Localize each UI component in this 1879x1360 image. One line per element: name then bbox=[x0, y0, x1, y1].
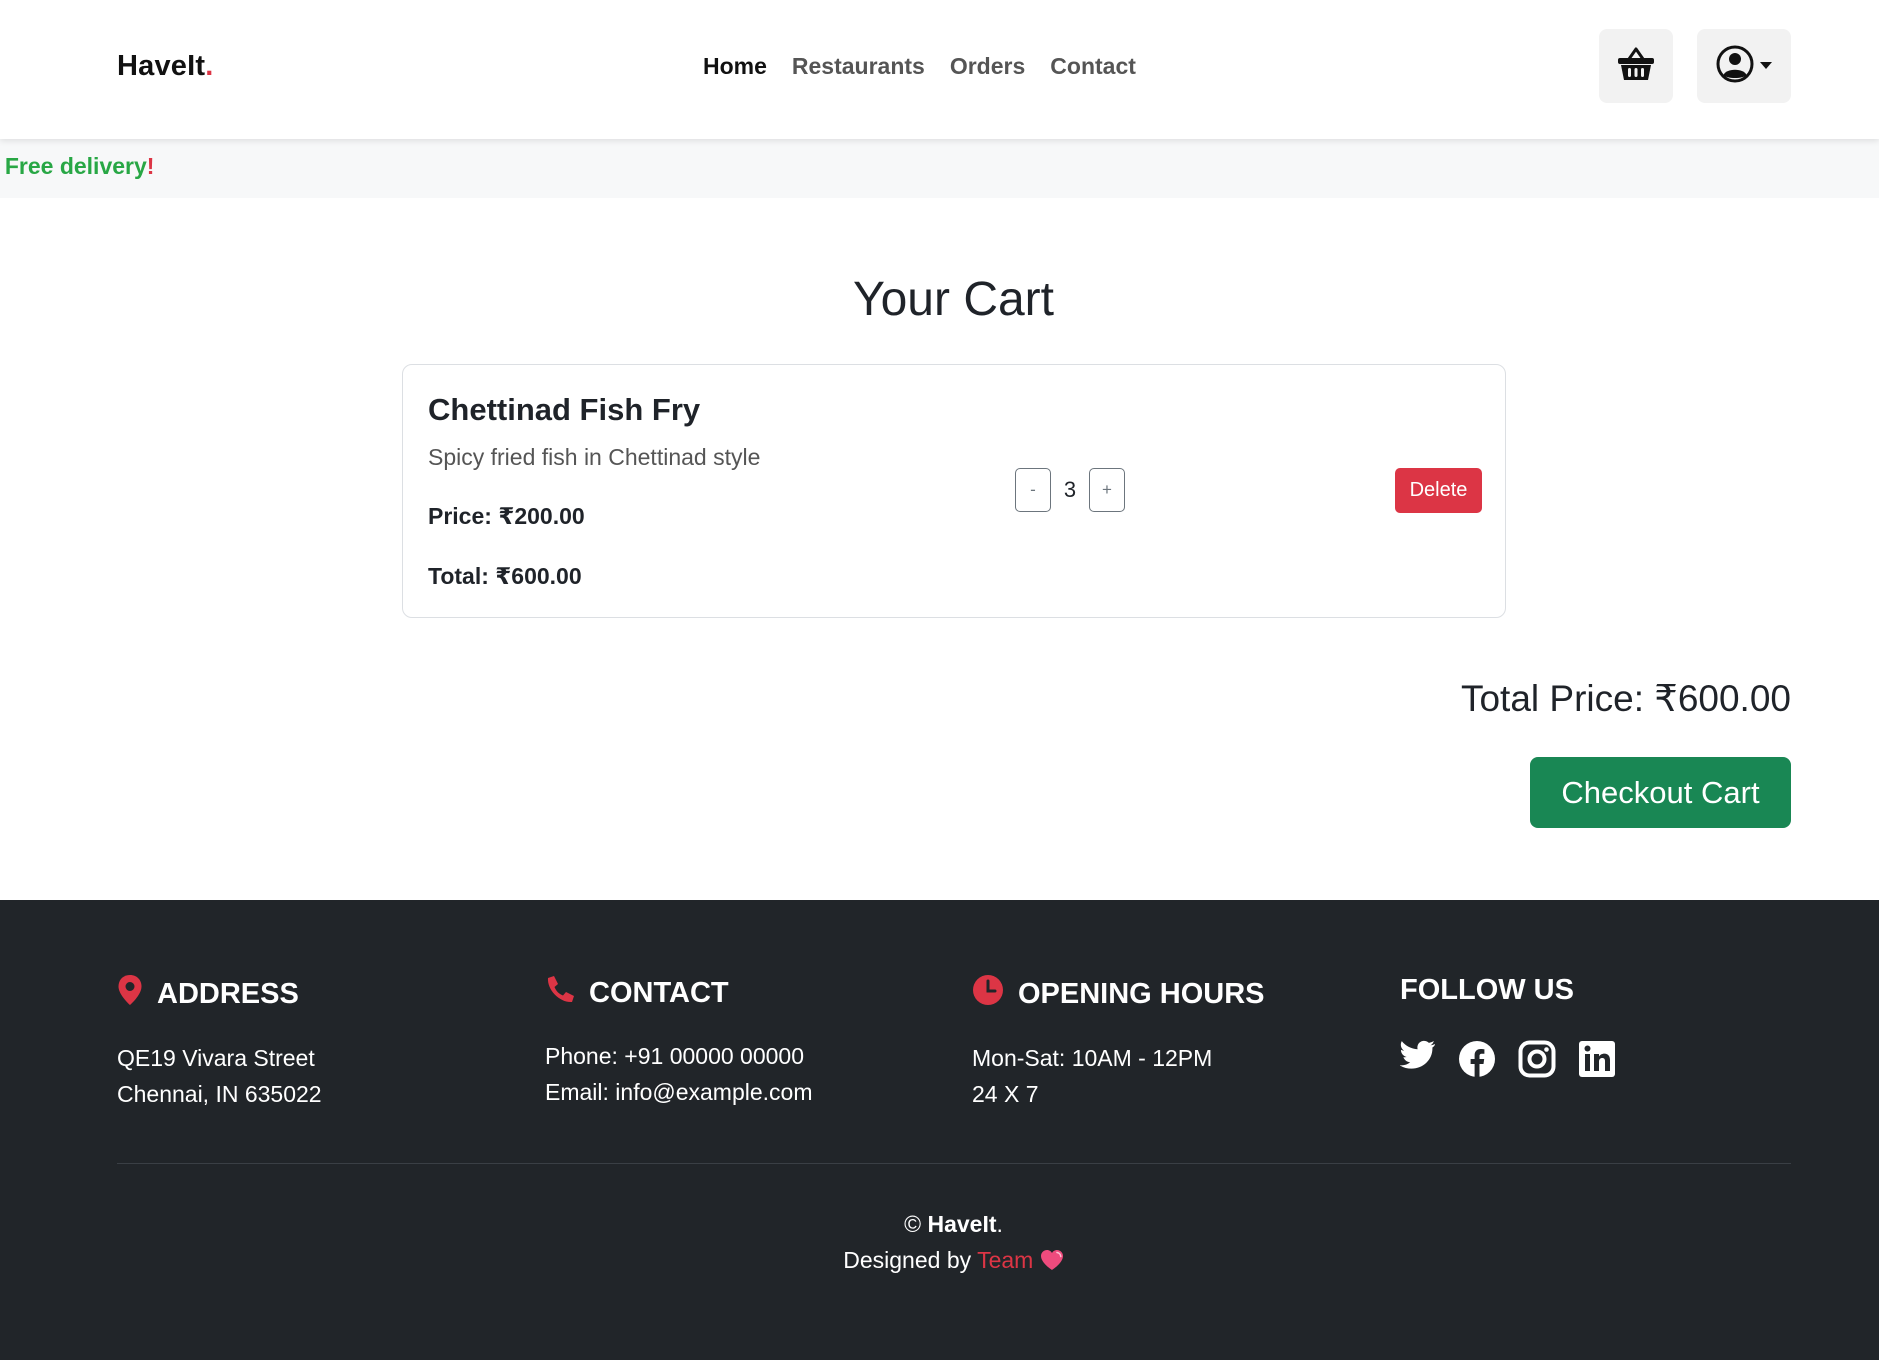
brand-dot: . bbox=[205, 50, 214, 82]
caret-down-icon bbox=[1759, 57, 1773, 75]
nav-restaurants[interactable]: Restaurants bbox=[792, 53, 925, 80]
footer-follow: FOLLOW US bbox=[1400, 974, 1616, 1078]
address-line1: QE19 Vivara Street bbox=[117, 1045, 315, 1071]
hours-line2: 24 X 7 bbox=[972, 1081, 1039, 1107]
contact-phone: Phone: +91 00000 00000 bbox=[545, 1043, 804, 1069]
contact-email[interactable]: Email: info@example.com bbox=[545, 1074, 813, 1110]
user-circle-icon bbox=[1715, 44, 1755, 89]
nav-contact[interactable]: Contact bbox=[1050, 53, 1136, 80]
instagram-icon[interactable] bbox=[1518, 1040, 1556, 1078]
footer-follow-title: FOLLOW US bbox=[1400, 974, 1574, 1006]
increase-quantity-button[interactable]: + bbox=[1089, 468, 1125, 512]
item-total: Total: ₹600.00 bbox=[428, 563, 582, 589]
footer-contact: CONTACT Phone: +91 00000 00000 Email: in… bbox=[545, 974, 813, 1110]
clock-icon bbox=[972, 974, 1004, 1014]
address-line2: Chennai, IN 635022 bbox=[117, 1081, 322, 1107]
navbar: HaveIt. Home Restaurants Orders Contact bbox=[0, 0, 1879, 139]
brand-logo[interactable]: HaveIt. bbox=[117, 50, 214, 83]
designed-by-label: Designed by bbox=[843, 1247, 978, 1273]
footer-hours: OPENING HOURS Mon-Sat: 10AM - 12PM 24 X … bbox=[972, 974, 1265, 1112]
heart-icon bbox=[1040, 1245, 1064, 1281]
quantity-stepper: - 3 + bbox=[1015, 468, 1125, 512]
footer-hours-heading: OPENING HOURS bbox=[972, 974, 1265, 1014]
footer-follow-heading: FOLLOW US bbox=[1400, 974, 1616, 1007]
promo-text: et Free delivery! bbox=[0, 153, 155, 180]
footer-address-heading: ADDRESS bbox=[117, 974, 322, 1014]
phone-icon bbox=[545, 974, 575, 1012]
item-name: Chettinad Fish Fry bbox=[428, 392, 701, 427]
checkout-button[interactable]: Checkout Cart bbox=[1530, 757, 1791, 828]
copyright: © HaveIt. Designed by Team bbox=[0, 1206, 1879, 1281]
cart-total-price: Total Price: ₹600.00 bbox=[1460, 678, 1791, 719]
cart-button[interactable] bbox=[1599, 29, 1673, 103]
social-links bbox=[1400, 1040, 1616, 1078]
copyright-dot: . bbox=[996, 1211, 1003, 1237]
promo-text-green: Free delivery bbox=[4, 153, 147, 179]
page-title: Your Cart bbox=[853, 273, 1054, 326]
team-link[interactable]: Team bbox=[977, 1247, 1033, 1273]
twitter-icon[interactable] bbox=[1400, 1040, 1436, 1078]
footer-address: ADDRESS QE19 Vivara Street Chennai, IN 6… bbox=[117, 974, 322, 1112]
item-price: Price: ₹200.00 bbox=[428, 503, 585, 529]
location-pin-icon bbox=[117, 974, 143, 1014]
cart-item-card: Chettinad Fish Fry Spicy fried fish in C… bbox=[402, 364, 1506, 618]
delete-button[interactable]: Delete bbox=[1395, 468, 1482, 513]
quantity-value: 3 bbox=[1063, 477, 1077, 502]
nav-orders[interactable]: Orders bbox=[950, 53, 1025, 80]
footer: ADDRESS QE19 Vivara Street Chennai, IN 6… bbox=[0, 900, 1879, 1360]
item-description: Spicy fried fish in Chettinad style bbox=[428, 444, 761, 470]
linkedin-icon[interactable] bbox=[1578, 1040, 1616, 1078]
decrease-quantity-button[interactable]: - bbox=[1015, 468, 1051, 512]
footer-contact-title: CONTACT bbox=[589, 976, 729, 1009]
hours-line1: Mon-Sat: 10AM - 12PM bbox=[972, 1045, 1213, 1071]
footer-contact-heading: CONTACT bbox=[545, 974, 813, 1012]
promo-text-end: ! bbox=[146, 153, 155, 179]
main-nav: Home Restaurants Orders Contact bbox=[703, 53, 1136, 80]
facebook-icon[interactable] bbox=[1458, 1040, 1496, 1078]
copyright-brand: HaveIt bbox=[927, 1211, 997, 1237]
promo-banner: et Free delivery! bbox=[0, 139, 1879, 198]
footer-address-title: ADDRESS bbox=[157, 977, 299, 1010]
basket-icon bbox=[1617, 46, 1655, 87]
brand-name: HaveIt bbox=[117, 50, 206, 82]
copyright-symbol: © bbox=[904, 1211, 928, 1237]
nav-home[interactable]: Home bbox=[703, 53, 767, 80]
footer-divider bbox=[117, 1163, 1791, 1164]
footer-hours-title: OPENING HOURS bbox=[1018, 977, 1265, 1010]
user-menu-button[interactable] bbox=[1697, 29, 1791, 103]
